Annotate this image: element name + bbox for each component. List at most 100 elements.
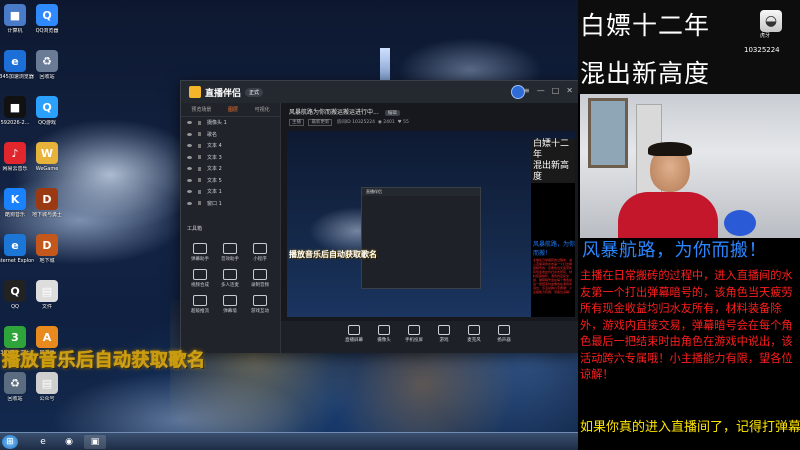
close-icon[interactable]: ✕	[566, 86, 573, 95]
layer-row[interactable]: 文本 5	[181, 175, 280, 187]
eye-icon[interactable]	[187, 201, 192, 205]
lock-icon[interactable]	[198, 143, 201, 148]
desktop-icon[interactable]: ▤ 公众号	[28, 372, 66, 402]
tab-visual[interactable]: 可视化	[255, 106, 270, 113]
layer-row[interactable]: 窗口 1	[181, 198, 280, 210]
menu-icon[interactable]: ≡	[523, 86, 530, 95]
action-icon	[378, 325, 390, 335]
desktop-icon-label: 地下城	[39, 258, 55, 264]
bottom-action-button[interactable]: 直播屏幕	[341, 325, 367, 343]
maximize-icon[interactable]: □	[552, 86, 560, 95]
bottom-action-button[interactable]: 麦克风	[461, 325, 487, 343]
danmaku-reminder: 如果你真的进入直播间了，记得打弹幕参加哦	[580, 420, 800, 435]
desktop-app-icon: e	[4, 50, 26, 72]
category-chip[interactable]: 主播	[289, 119, 304, 126]
tool-label: 超级推流	[191, 309, 209, 314]
update-chip[interactable]: 最新更新	[308, 119, 333, 126]
desktop-app-icon: ▤	[36, 372, 58, 394]
lock-icon[interactable]	[198, 189, 201, 194]
toolbox-tool[interactable]: 弹幕墙	[217, 295, 243, 314]
layer-name: 文本 1	[207, 189, 222, 196]
like-icon: ♥	[397, 120, 402, 125]
tool-icon	[193, 269, 207, 280]
eye-icon[interactable]	[187, 132, 192, 136]
lock-icon[interactable]	[198, 155, 201, 160]
live-companion-window: 直播伴侣 正式 ≡ — □ ✕ 预览场景 图层 可视化 摄像头 1 歌名 文本 4 文…	[180, 80, 579, 353]
taskbar-ie-button[interactable]: e	[32, 435, 54, 449]
layer-name: 摄像头 1	[207, 120, 227, 127]
desktop-icon-label: QQ游戏	[38, 120, 56, 126]
action-icon	[408, 325, 420, 335]
edit-title-button[interactable]: 编辑	[384, 110, 400, 116]
tool-label: 音效助手	[221, 257, 239, 262]
lock-icon[interactable]	[198, 178, 201, 183]
tool-icon	[223, 269, 237, 280]
minimize-icon[interactable]: —	[537, 86, 545, 95]
tool-label: 弹幕助手	[191, 257, 209, 262]
layer-row[interactable]: 摄像头 1	[181, 117, 280, 129]
screen: ■计算机QQQ浏览器e2345加速浏览器♻回收站■592026-2...QQQ游…	[0, 0, 800, 450]
desktop-app-icon: ♻	[36, 50, 58, 72]
lock-icon[interactable]	[198, 166, 201, 171]
bottom-action-button[interactable]: 游戏	[431, 325, 457, 343]
tool-icon	[223, 243, 237, 254]
app-version-badge: 正式	[245, 87, 264, 97]
bottom-action-button[interactable]: 扬声器	[491, 325, 517, 343]
start-button[interactable]: ⊞	[2, 435, 18, 449]
tool-icon	[223, 295, 237, 306]
eye-icon[interactable]	[187, 144, 192, 148]
desktop-icon-label: WeGame	[35, 166, 59, 172]
layer-name: 文本 4	[207, 143, 222, 150]
action-label: 直播屏幕	[345, 338, 363, 343]
toolbox-tool[interactable]: 视频合成	[187, 269, 213, 288]
layer-row[interactable]: 歌名	[181, 129, 280, 141]
live-app-icon: ▣	[90, 437, 100, 447]
toolbox-tool[interactable]: 超级推流	[187, 295, 213, 314]
eye-icon[interactable]	[187, 190, 192, 194]
toolbox-tool[interactable]: 录制音频	[247, 269, 273, 288]
desktop-icon[interactable]: W WeGame	[28, 142, 66, 172]
bottom-action-button[interactable]: 手机投屏	[401, 325, 427, 343]
desktop-icon-label: 回收站	[39, 74, 55, 80]
tab-layers[interactable]: 图层	[228, 106, 238, 113]
layer-row[interactable]: 文本 3	[181, 152, 280, 164]
eye-icon[interactable]	[187, 167, 192, 171]
action-icon	[498, 325, 510, 335]
layer-row[interactable]: 文本 2	[181, 163, 280, 175]
layer-name: 文本 3	[207, 154, 222, 161]
desktop-icon[interactable]: Q QQ游戏	[28, 96, 66, 126]
eye-icon[interactable]	[187, 155, 192, 159]
preview-caption: 播放音乐后自动获取歌名	[289, 250, 377, 259]
taskbar-browser-button[interactable]: ◉	[58, 435, 80, 449]
desktop-icon[interactable]: ♻ 回收站	[28, 50, 66, 80]
desktop-icon[interactable]: ▤ 文件	[28, 280, 66, 310]
toolbox-tool[interactable]: 游戏互动	[247, 295, 273, 314]
desktop-icon[interactable]: Q QQ浏览器	[28, 4, 66, 34]
desktop-icon[interactable]: D 地下城	[28, 234, 66, 264]
taskbar: ⊞ e ◉ ▣	[0, 432, 578, 450]
desktop-icon[interactable]: D 地下城与勇士	[28, 188, 66, 218]
toolbox-tool[interactable]: 小程序	[247, 243, 273, 262]
tool-label: 多人连麦	[221, 283, 239, 288]
toolbox-tool[interactable]: 多人连麦	[217, 269, 243, 288]
tab-preview-scene[interactable]: 预览场景	[191, 106, 211, 113]
lock-icon[interactable]	[198, 201, 201, 206]
tool-label: 小程序	[253, 257, 267, 262]
toolbox-tool[interactable]: 弹幕助手	[187, 243, 213, 262]
layer-name: 文本 2	[207, 166, 222, 173]
desktop-icon-label: QQ浏览器	[35, 28, 59, 34]
toolbox-tool[interactable]: 音效助手	[217, 243, 243, 262]
desktop-app-icon: K	[4, 188, 26, 210]
lock-icon[interactable]	[198, 120, 201, 125]
layer-row[interactable]: 文本 1	[181, 186, 280, 198]
lock-icon[interactable]	[198, 132, 201, 137]
taskbar-app-button[interactable]: ▣	[84, 435, 106, 449]
eye-icon[interactable]	[187, 121, 192, 125]
eye-icon[interactable]	[187, 178, 192, 182]
layer-row[interactable]: 文本 4	[181, 140, 280, 152]
nested-headline-2: 混出新高度	[531, 161, 575, 183]
desktop-icon-label: 文件	[41, 304, 52, 310]
bottom-action-button[interactable]: 摄像头	[371, 325, 397, 343]
stream-preview[interactable]: 直播伴侣 白嫖十二年 混出新高度 风暴航路，为你而搬！ 主播在日常搬砖的过程中，…	[287, 131, 575, 317]
layer-name: 文本 5	[207, 177, 222, 184]
